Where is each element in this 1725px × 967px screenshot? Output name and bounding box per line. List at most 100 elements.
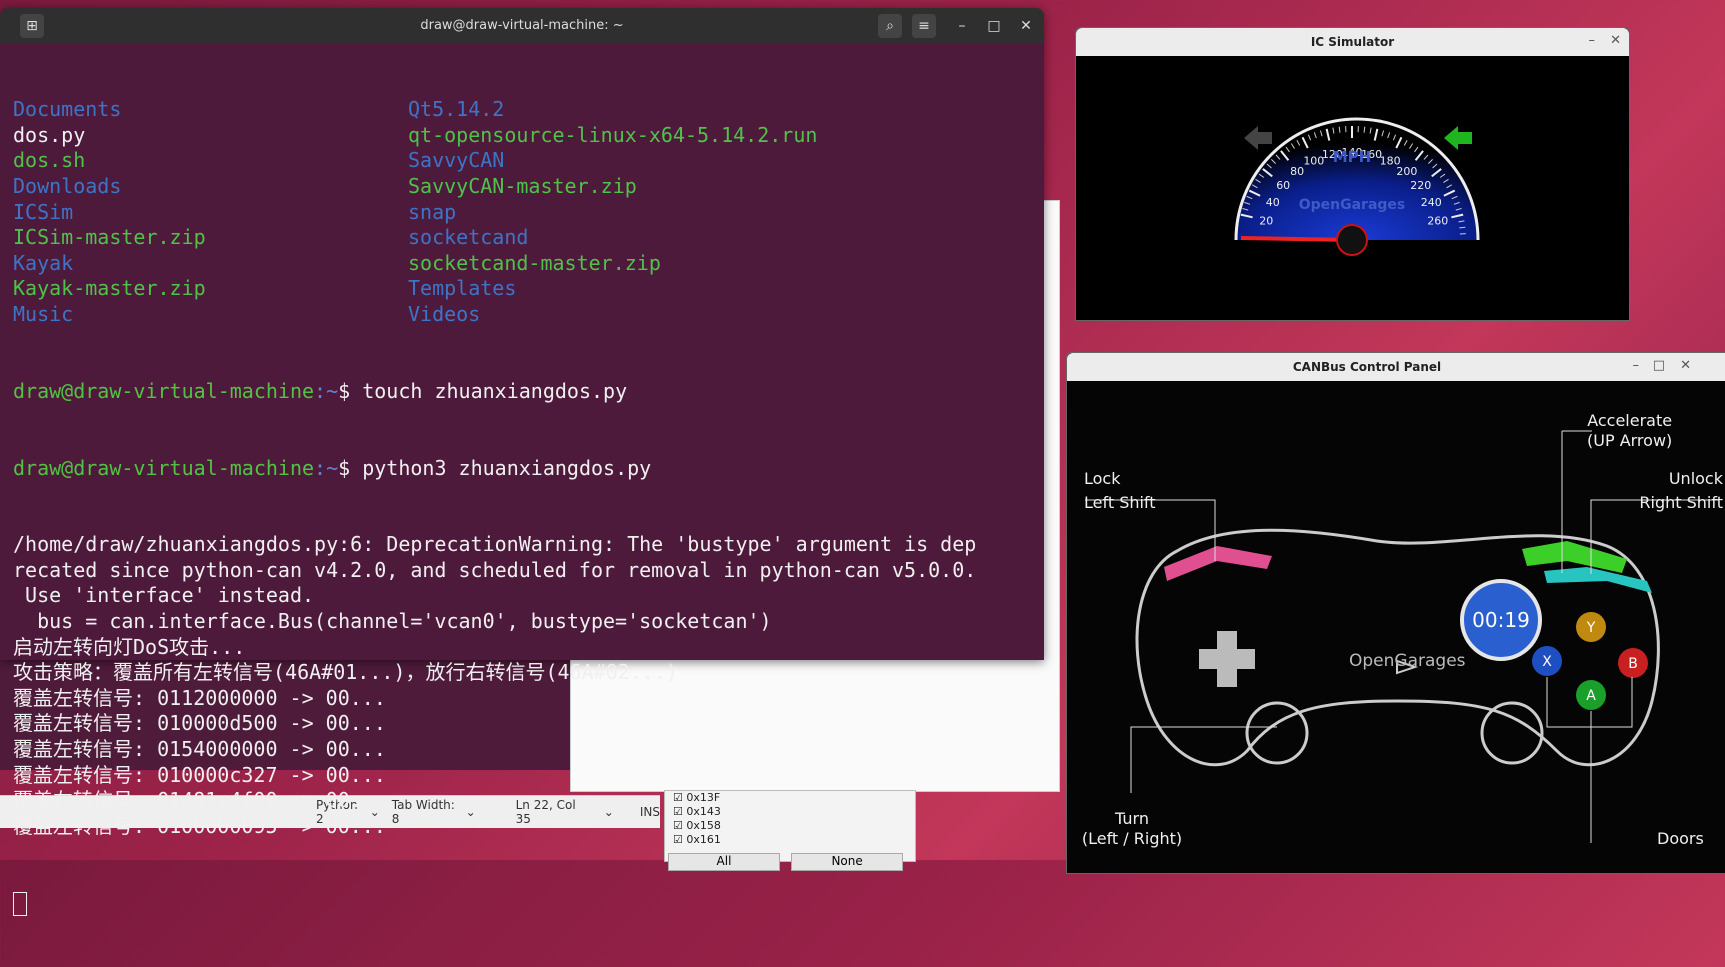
ls-listing: DocumentsQt5.14.2dos.pyqt-opensource-lin… (13, 97, 976, 327)
accelerate-label: Accelerate(UP Arrow) (1587, 411, 1672, 451)
gamepad-outline (1137, 530, 1658, 765)
left-turn-signal-icon (1244, 126, 1272, 150)
command-line: draw@draw-virtual-machine:~$ touch zhuan… (13, 379, 976, 405)
unlock-label: UnlockRight Shift (1627, 469, 1723, 513)
speed-tick-label: 40 (1266, 196, 1280, 209)
instrument-cluster: 20406080100120140160180200220240260 MPH … (1076, 56, 1629, 320)
file-entry: Music (13, 302, 408, 328)
terminal-window[interactable]: ⊞ draw@draw-virtual-machine: ~ ⌕ ≡ – □ ✕… (0, 8, 1044, 660)
output-line: recated since python-can v4.2.0, and sch… (13, 558, 976, 584)
file-entry: dos.sh (13, 148, 408, 174)
output-line: 覆盖左转信号: 0154000000 -> 00... (13, 737, 976, 763)
svg-text:X: X (1542, 654, 1552, 670)
terminal-titlebar[interactable]: ⊞ draw@draw-virtual-machine: ~ ⌕ ≡ – □ ✕ (0, 8, 1044, 44)
speed-tick-label: 80 (1290, 165, 1304, 178)
output-line: Use 'interface' instead. (13, 583, 976, 609)
ls-row: ICSim-master.zipsocketcand (13, 225, 976, 251)
close-icon[interactable]: ✕ (1014, 14, 1038, 38)
right-turn-signal-icon (1444, 126, 1472, 150)
file-entry: Kayak-master.zip (13, 276, 408, 302)
output-line: 覆盖左转信号: 01481c4f00 -> 00... (13, 788, 976, 814)
ls-row: DocumentsQt5.14.2 (13, 97, 976, 123)
output-line: 攻击策略：覆盖所有左转信号(46A#01...)，放行右转信号(46A#02..… (13, 660, 976, 686)
speed-tick-label: 260 (1427, 214, 1448, 227)
left-thumbstick (1247, 703, 1307, 763)
brand-label: OpenGarages (1299, 197, 1406, 213)
output-line: bus = can.interface.Bus(channel='vcan0',… (13, 609, 976, 635)
close-icon[interactable]: ✕ (1680, 358, 1691, 373)
speed-needle (1241, 238, 1352, 240)
speed-tick-label: 220 (1410, 179, 1431, 192)
file-entry: snap (408, 200, 456, 226)
ls-row: dos.shSavvyCAN (13, 148, 976, 174)
file-entry: Templates (408, 276, 516, 302)
file-entry: SavvyCAN (408, 148, 504, 174)
program-output: /home/draw/zhuanxiangdos.py:6: Deprecati… (13, 532, 976, 839)
file-entry: socketcand-master.zip (408, 251, 661, 277)
file-entry: Documents (13, 97, 408, 123)
lock-label: LockLeft Shift (1084, 469, 1156, 513)
output-line: 覆盖左转信号: 0112000000 -> 00... (13, 686, 976, 712)
speed-tick-label: 240 (1421, 196, 1442, 209)
controller-panel[interactable]: Y X B A Accelerate(UP Arrow) LockLeft Sh… (1067, 381, 1725, 873)
output-line: 覆盖左转信号: 0100000095 -> 00... (13, 814, 976, 840)
svg-text:A: A (1586, 688, 1596, 704)
ls-row: MusicVideos (13, 302, 976, 328)
turn-label: Turn(Left / Right) (1077, 809, 1187, 849)
ls-row: dos.pyqt-opensource-linux-x64-5.14.2.run (13, 123, 976, 149)
right-thumbstick (1482, 703, 1542, 763)
unit-label: MPH (1333, 148, 1371, 166)
window-title: CANBus Control Panel (1067, 360, 1667, 374)
ic-simulator-titlebar[interactable]: IC Simulator – ✕ (1076, 28, 1629, 56)
output-line: 覆盖左转信号: 010000d500 -> 00... (13, 711, 976, 737)
output-line: /home/draw/zhuanxiangdos.py:6: Deprecati… (13, 532, 976, 558)
canbus-control-panel-window[interactable]: CANBus Control Panel – □ ✕ Y X B A (1066, 352, 1725, 874)
speed-minor-tick (1364, 127, 1365, 133)
maximize-icon[interactable]: □ (1653, 358, 1665, 373)
maximize-icon[interactable]: □ (982, 14, 1006, 38)
speed-minor-tick (1339, 127, 1340, 133)
right-trigger (1544, 567, 1652, 593)
speed-tick-label: 20 (1259, 214, 1273, 227)
session-timer: 00:19 (1460, 579, 1542, 661)
speed-tick-label: 200 (1396, 165, 1417, 178)
terminal-cursor (13, 891, 976, 917)
ls-row: DownloadsSavvyCAN-master.zip (13, 174, 976, 200)
search-icon[interactable]: ⌕ (878, 14, 902, 38)
file-entry: ICSim-master.zip (13, 225, 408, 251)
speed-minor-tick (1459, 227, 1465, 228)
file-entry: Videos (408, 302, 480, 328)
command-line: draw@draw-virtual-machine:~$ python3 zhu… (13, 456, 976, 482)
ic-simulator-window[interactable]: IC Simulator – ✕ 20406080100120140160180… (1075, 27, 1630, 321)
ls-row: Kayak-master.zipTemplates (13, 276, 976, 302)
doors-label: Doors (1657, 829, 1704, 849)
output-line: 启动左转向灯DoS攻击... (13, 635, 976, 661)
gamepad-graphic: Y X B A (1067, 381, 1725, 873)
ls-row: ICSimsnap (13, 200, 976, 226)
minimize-icon[interactable]: – (1589, 33, 1596, 48)
svg-text:B: B (1628, 656, 1638, 672)
close-icon[interactable]: ✕ (1610, 33, 1621, 48)
file-entry: dos.py (13, 123, 408, 149)
menu-icon[interactable]: ≡ (912, 14, 936, 38)
dpad-horizontal (1199, 649, 1255, 669)
needle-hub (1337, 225, 1367, 255)
ls-row: Kayaksocketcand-master.zip (13, 251, 976, 277)
file-entry: Kayak (13, 251, 408, 277)
output-line: 覆盖左转信号: 010000c327 -> 00... (13, 763, 976, 789)
file-entry: qt-opensource-linux-x64-5.14.2.run (408, 123, 817, 149)
file-entry: Downloads (13, 174, 408, 200)
left-shoulder-button (1164, 546, 1272, 581)
file-entry: ICSim (13, 200, 408, 226)
file-entry: SavvyCAN-master.zip (408, 174, 637, 200)
file-entry: Qt5.14.2 (408, 97, 504, 123)
minimize-icon[interactable]: – (950, 14, 974, 38)
speed-tick-label: 60 (1276, 179, 1290, 192)
svg-text:Y: Y (1586, 620, 1596, 636)
file-entry: socketcand (408, 225, 528, 251)
window-title: IC Simulator (1076, 35, 1629, 49)
canbus-titlebar[interactable]: CANBus Control Panel – □ ✕ (1067, 353, 1725, 381)
brand-label: OpenGarages (1349, 651, 1466, 671)
minimize-icon[interactable]: – (1633, 358, 1640, 373)
terminal-output[interactable]: DocumentsQt5.14.2dos.pyqt-opensource-lin… (13, 46, 976, 967)
